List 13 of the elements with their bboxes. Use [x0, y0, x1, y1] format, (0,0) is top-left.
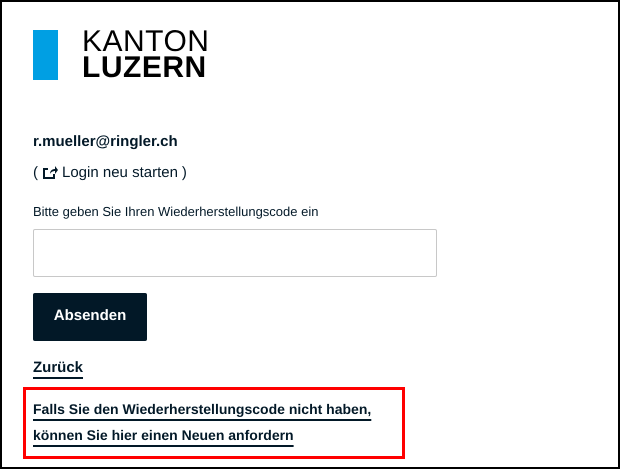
logo-bar-icon — [33, 30, 58, 80]
request-code-link[interactable]: Falls Sie den Wiederherstellungscode nicht haben, können Sie hier einen Neuen anfordern — [33, 396, 403, 448]
paren-text: ) — [182, 162, 187, 182]
submit-button[interactable]: Absenden — [33, 292, 147, 340]
logo-text: LUZERN — [82, 55, 208, 81]
field-label: Bitte geben Sie Ihren Wiederherstellungscode ein — [33, 203, 320, 221]
code-input-field[interactable] — [33, 228, 437, 276]
back-link[interactable]: Zurück — [33, 356, 84, 379]
share-icon — [42, 165, 58, 180]
logo-text: KANTON — [82, 29, 210, 55]
user-email: r.mueller@ringler.ch — [33, 132, 179, 152]
restart-login-link[interactable]: Login neu starten — [42, 162, 178, 184]
paren-text: ( — [33, 162, 38, 182]
